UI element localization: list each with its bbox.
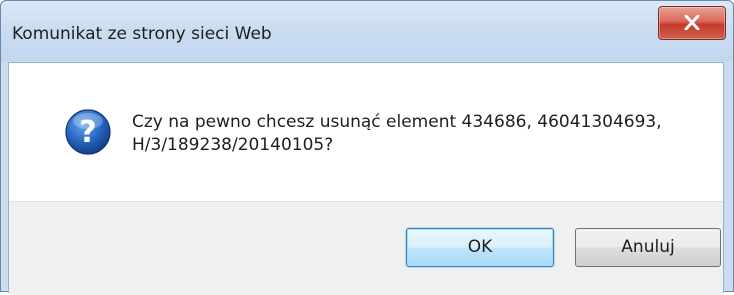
close-icon: [684, 15, 700, 30]
ok-button[interactable]: OK: [406, 228, 554, 267]
window-title: Komunikat ze strony sieci Web: [12, 24, 272, 44]
message-dialog: Komunikat ze strony sieci Web ? Czy na p…: [0, 0, 734, 295]
dialog-message: Czy na pewno chcesz usunąć element 43468…: [132, 111, 692, 157]
button-bar: OK Anuluj: [9, 201, 723, 295]
svg-text:?: ?: [79, 115, 96, 150]
cancel-button[interactable]: Anuluj: [575, 228, 721, 267]
title-bar[interactable]: Komunikat ze strony sieci Web: [1, 1, 733, 61]
message-line-2: H/3/189238/20140105?: [132, 135, 334, 155]
question-icon: ?: [65, 109, 111, 155]
message-line-1: Czy na pewno chcesz usunąć element 43468…: [132, 112, 662, 132]
close-button[interactable]: [658, 6, 726, 40]
dialog-content: ? Czy na pewno chcesz usunąć element 434…: [8, 62, 724, 295]
